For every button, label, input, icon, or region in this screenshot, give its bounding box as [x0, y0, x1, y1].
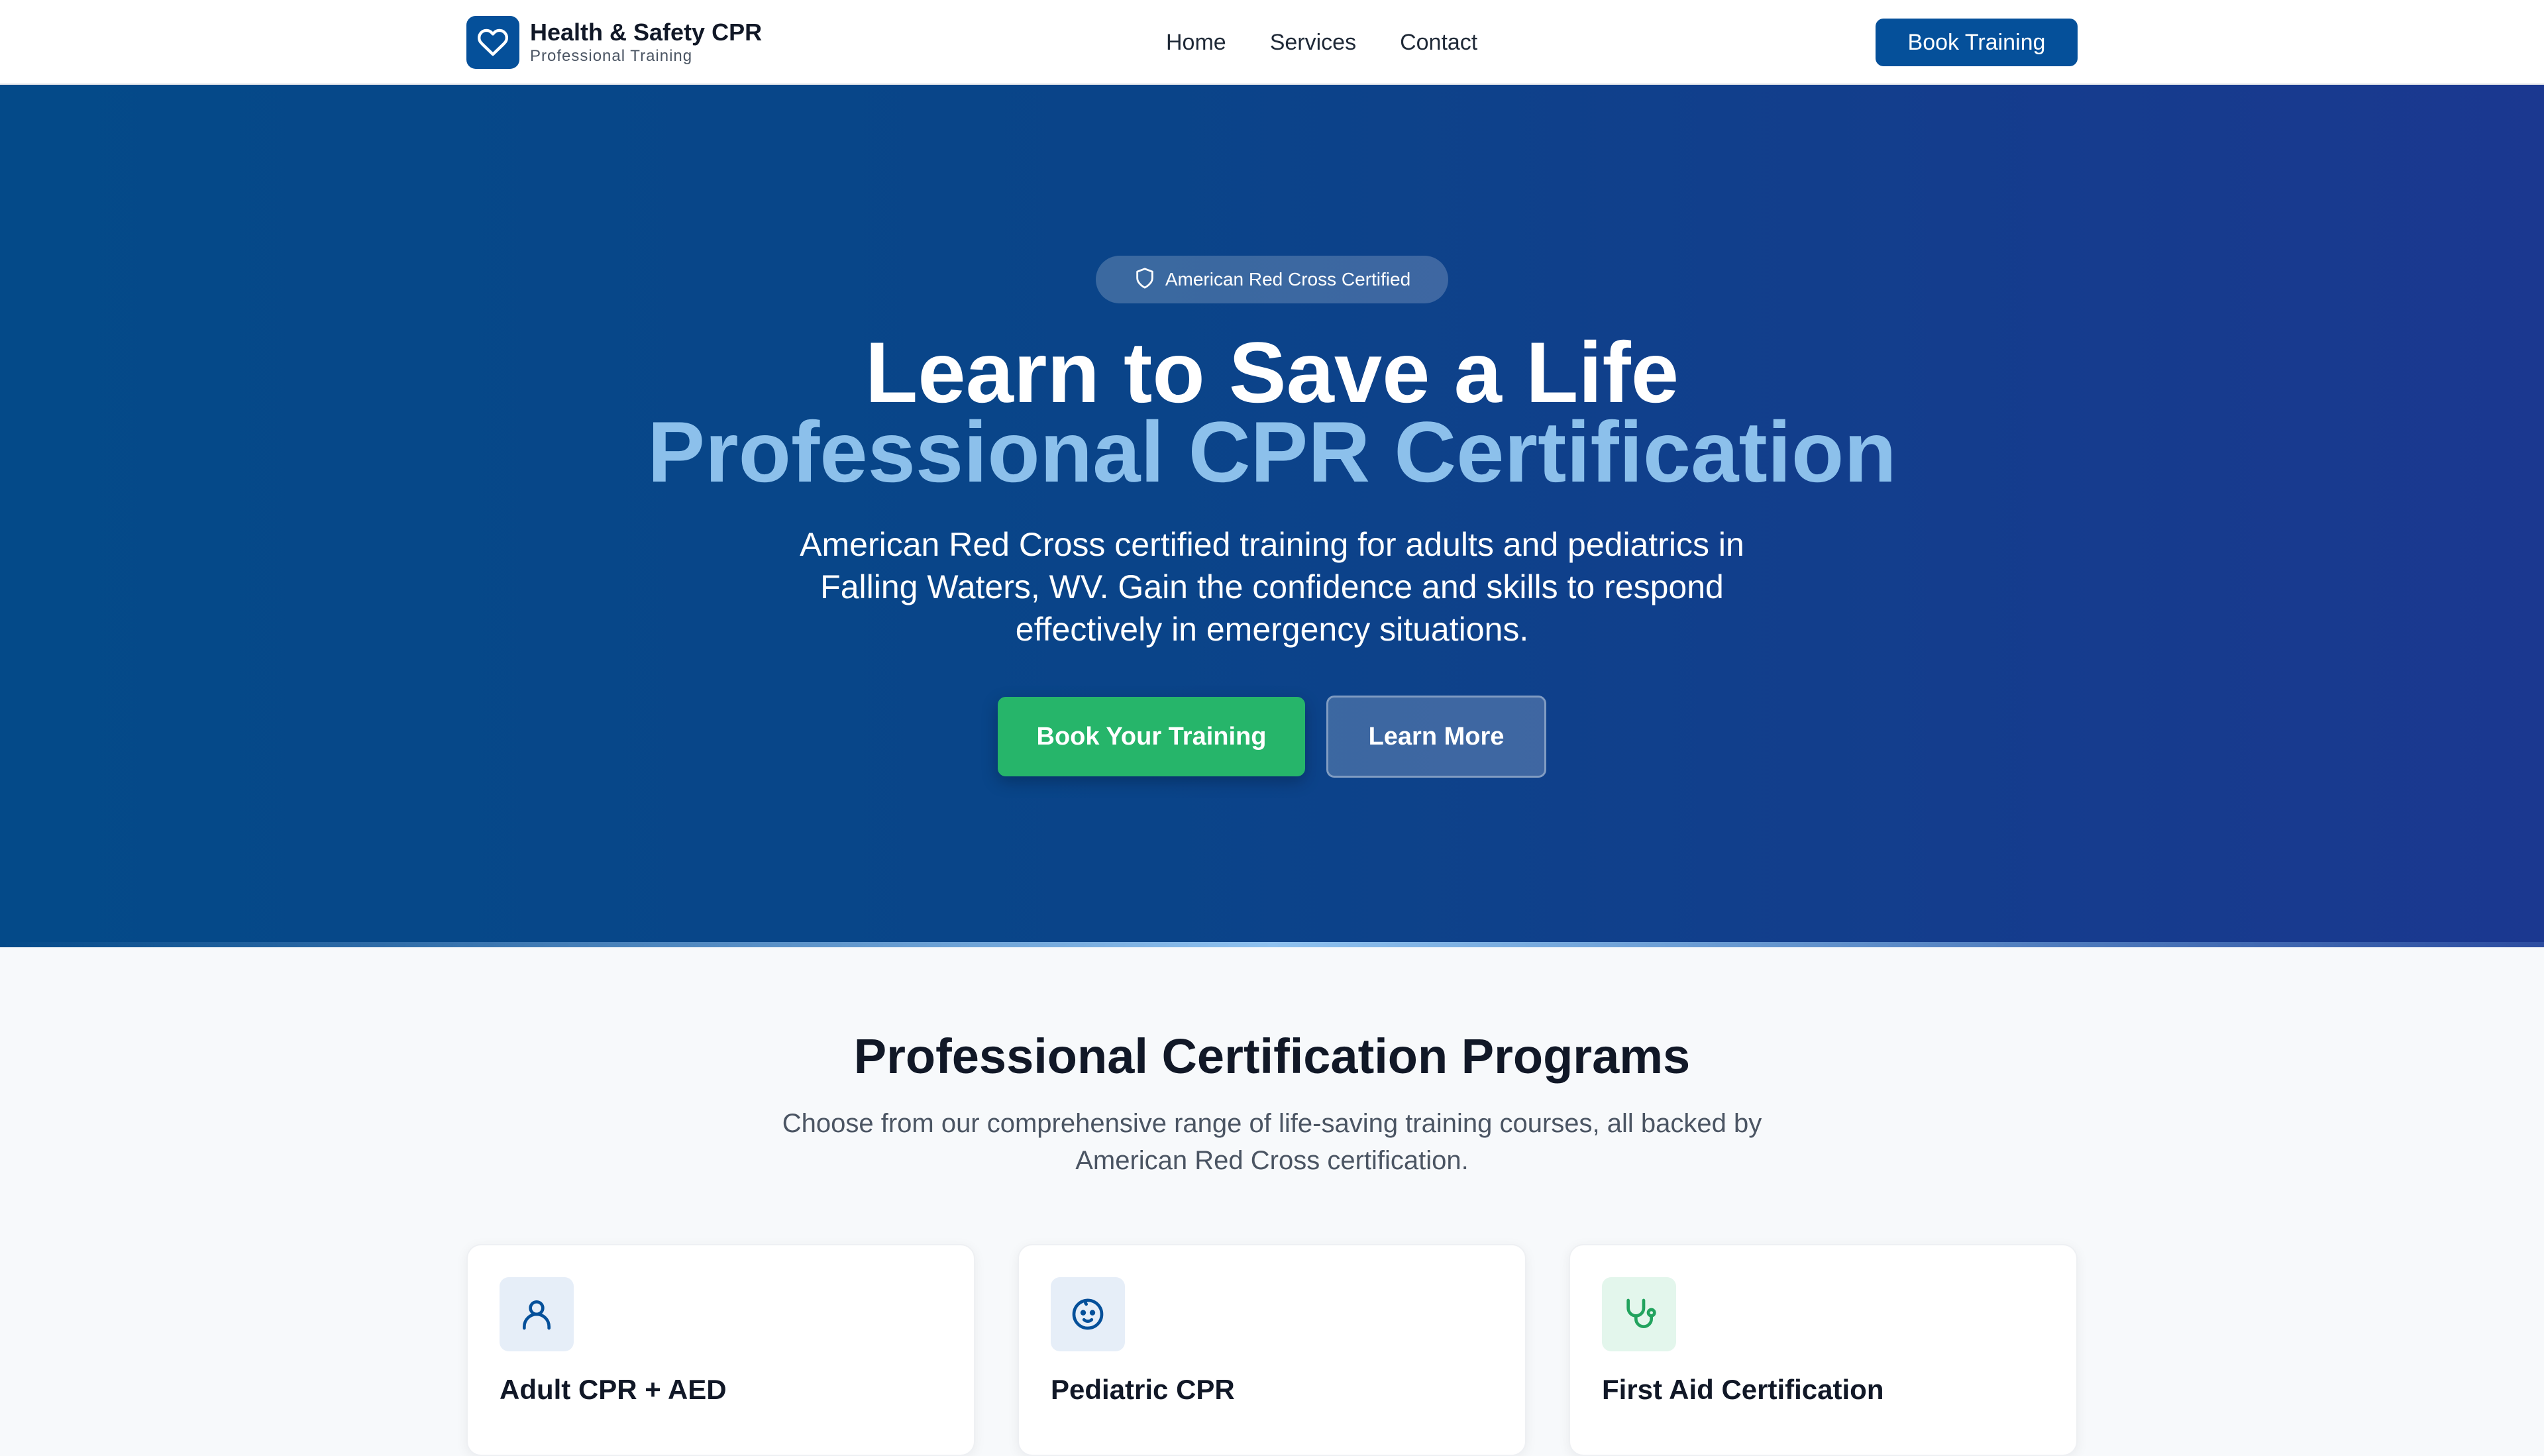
stethoscope-icon: [1602, 1277, 1676, 1351]
top-navbar: Health & Safety CPR Professional Trainin…: [0, 0, 2544, 85]
brand[interactable]: Health & Safety CPR Professional Trainin…: [466, 16, 762, 69]
certified-badge: American Red Cross Certified: [1096, 256, 1448, 303]
heart-icon: [466, 16, 519, 69]
hero-description: American Red Cross certified training fo…: [800, 526, 1744, 648]
badge-text: American Red Cross Certified: [1165, 269, 1411, 289]
baby-icon: [1051, 1277, 1125, 1351]
brand-title: Health & Safety CPR: [530, 19, 763, 46]
card-title: Adult CPR + AED: [500, 1374, 727, 1405]
nav-link-contact[interactable]: Contact: [1400, 26, 1477, 58]
nav-link-services[interactable]: Services: [1270, 26, 1356, 58]
nav-links: Home Services Contact: [1166, 26, 1521, 58]
shield-icon: [1134, 267, 1156, 293]
learn-more-button[interactable]: Learn More: [1326, 696, 1546, 778]
nav-link-home[interactable]: Home: [1166, 26, 1226, 58]
card-title: Pediatric CPR: [1051, 1374, 1235, 1405]
program-card-first-aid[interactable]: First Aid Certification: [1569, 1244, 2078, 1456]
programs-title: Professional Certification Programs: [853, 1029, 1691, 1084]
program-card-adult-cpr[interactable]: Adult CPR + AED: [466, 1244, 975, 1456]
brand-text: Health & Safety CPR Professional Trainin…: [530, 19, 762, 66]
hero-title-accent: Professional CPR Certification: [647, 403, 1897, 500]
hero-divider: [0, 942, 2544, 947]
program-card-pediatric-cpr[interactable]: Pediatric CPR: [1018, 1244, 1526, 1456]
hero-section: American Red Cross Certified Learn to Sa…: [0, 85, 2544, 947]
brand-subtitle: Professional Training: [530, 47, 693, 65]
card-title: First Aid Certification: [1602, 1374, 1884, 1405]
hero-title: Learn to Save a Life: [865, 324, 1679, 421]
book-your-training-button[interactable]: Book Your Training: [998, 697, 1305, 776]
programs-description: Choose from our comprehensive range of l…: [782, 1109, 1762, 1175]
book-training-button[interactable]: Book Training: [1876, 19, 2078, 66]
user-icon: [500, 1277, 574, 1351]
